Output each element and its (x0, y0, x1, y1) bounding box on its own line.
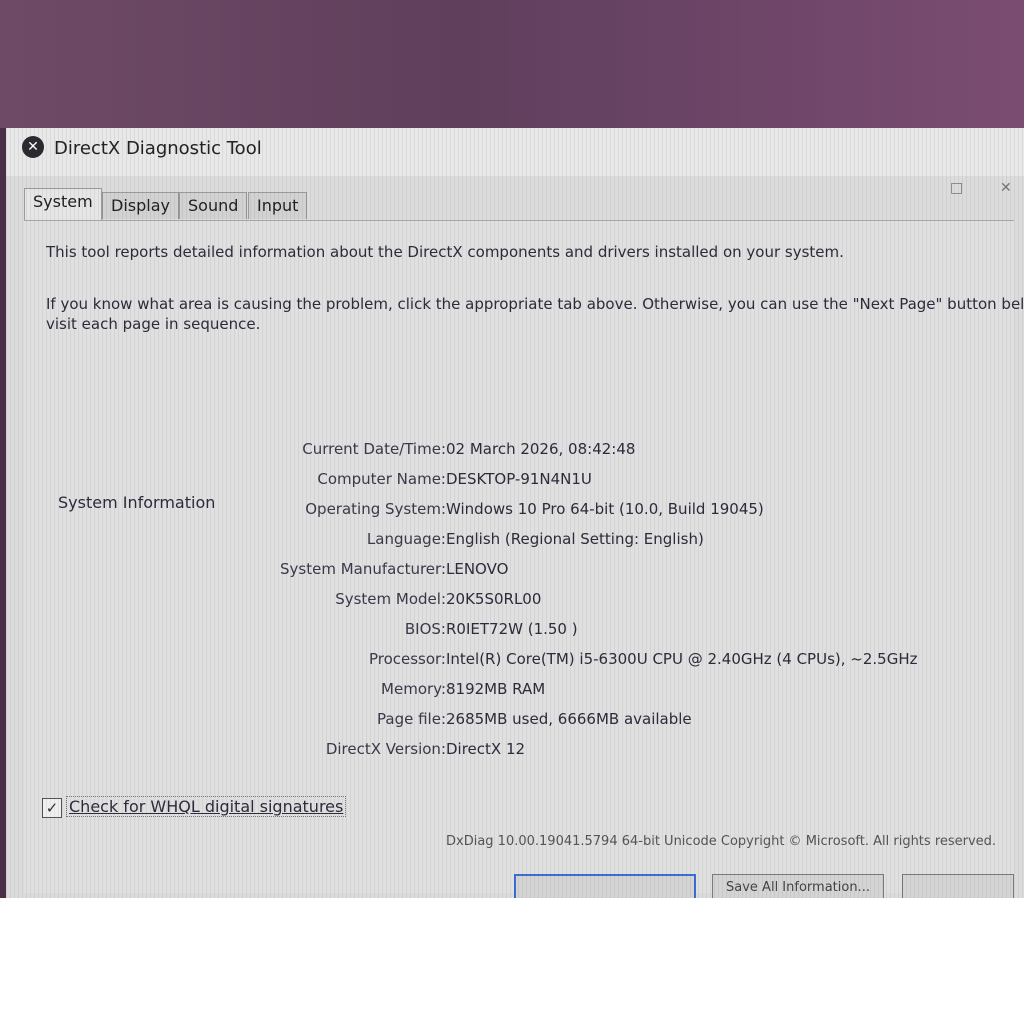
value-language: English (Regional Setting: English) (446, 530, 704, 548)
value-current-date-time: 02 March 2026, 08:42:48 (446, 440, 636, 458)
label-bios: BIOS: (404, 620, 446, 638)
maximize-icon[interactable]: □ (950, 180, 963, 196)
value-directx-version: DirectX 12 (446, 740, 526, 758)
value-system-model: 20K5S0RL00 (446, 590, 542, 608)
label-directx-version: DirectX Version: (325, 740, 446, 758)
instructions-text: If you know what area is causing the pro… (46, 295, 1024, 313)
label-system-model: System Model: (335, 590, 446, 608)
system-info-labels: Current Date/Time: Computer Name: Operat… (126, 440, 446, 770)
value-computer-name: DESKTOP-91N4N1U (446, 470, 592, 488)
label-computer-name: Computer Name: (317, 470, 446, 488)
label-page-file: Page file: (377, 710, 446, 728)
label-memory: Memory: (381, 680, 446, 698)
dxdiag-version-copyright: DxDiag 10.00.19041.5794 64-bit Unicode C… (446, 834, 997, 849)
dxdiag-window: ✕ DirectX Diagnostic Tool □ ✕ System Dis… (6, 128, 1024, 904)
whql-checkbox-label[interactable]: Check for WHQL digital signatures (66, 796, 347, 817)
intro-text: This tool reports detailed information a… (46, 243, 844, 261)
instructions-text-continued: visit each page in sequence. (46, 315, 261, 333)
value-processor: Intel(R) Core(TM) i5-6300U CPU @ 2.40GHz… (446, 650, 918, 668)
value-bios: R0IET72W (1.50 ) (446, 620, 578, 638)
photo-background (0, 898, 1024, 1024)
system-info-values: 02 March 2026, 08:42:48 DESKTOP-91N4N1U … (436, 440, 976, 770)
label-operating-system: Operating System: (305, 500, 446, 518)
tab-system[interactable]: System (24, 188, 102, 221)
label-system-manufacturer: System Manufacturer: (280, 560, 446, 578)
label-current-date-time: Current Date/Time: (302, 440, 446, 458)
whql-checkbox[interactable]: ✓ (42, 798, 62, 818)
label-language: Language: (366, 530, 446, 548)
value-memory: 8192MB RAM (446, 680, 546, 698)
tab-sound[interactable]: Sound (179, 192, 248, 219)
label-processor: Processor: (368, 650, 446, 668)
tab-display[interactable]: Display (102, 192, 179, 219)
desktop-background (0, 0, 1024, 128)
value-system-manufacturer: LENOVO (446, 560, 509, 578)
title-bar[interactable]: ✕ DirectX Diagnostic Tool (6, 128, 1024, 176)
close-icon[interactable]: ✕ (1000, 180, 1012, 196)
directx-icon: ✕ (22, 136, 44, 158)
tab-input[interactable]: Input (248, 192, 308, 219)
value-operating-system: Windows 10 Pro 64-bit (10.0, Build 19045… (446, 500, 764, 518)
window-title: DirectX Diagnostic Tool (54, 138, 262, 159)
value-page-file: 2685MB used, 6666MB available (446, 710, 692, 728)
